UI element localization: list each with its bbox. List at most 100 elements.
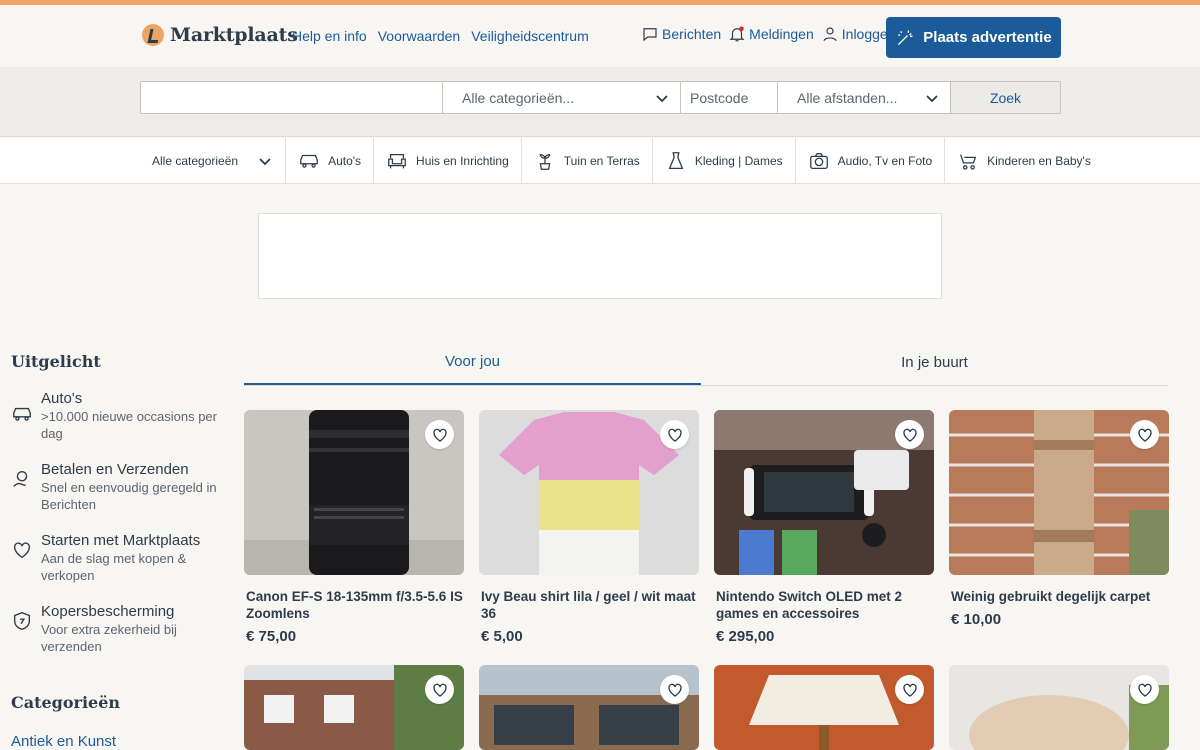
listing-image — [714, 410, 934, 575]
postcode-input[interactable]: Postcode — [681, 81, 778, 114]
favorite-button[interactable] — [895, 420, 924, 449]
category-womens-clothing[interactable]: Kleding | Dames — [653, 138, 796, 184]
notifications-label: Meldingen — [749, 26, 814, 42]
user-icon — [823, 27, 837, 42]
listing-price: € 10,00 — [951, 611, 1002, 628]
category-home[interactable]: Huis en Inrichting — [374, 138, 522, 184]
chevron-down-icon — [259, 158, 271, 166]
favorite-button[interactable] — [660, 420, 689, 449]
listing-image — [714, 665, 934, 750]
search-input[interactable] — [140, 81, 443, 114]
distance-select-value: Alle afstanden... — [797, 89, 898, 106]
category-label: Tuin en Terras — [563, 154, 640, 168]
listing-card[interactable] — [949, 665, 1169, 750]
favorite-button[interactable] — [425, 675, 454, 704]
site-header: Marktplaats Help en info Voorwaarden Vei… — [0, 5, 1200, 67]
heart-icon — [1137, 428, 1152, 442]
featured-item-title: Starten met Marktplaats — [41, 532, 201, 549]
favorite-button[interactable] — [660, 675, 689, 704]
featured-item-title: Kopersbescherming — [41, 603, 175, 620]
category-link-antiques[interactable]: Antiek en Kunst — [11, 733, 221, 750]
shield-icon — [13, 612, 31, 630]
help-link[interactable]: Help en info — [292, 28, 367, 44]
header-links: Help en info Voorwaarden Veiligheidscent… — [292, 28, 589, 44]
bell-icon — [729, 26, 745, 42]
sidebar: Uitgelicht Auto's >10.000 nieuwe occasio… — [11, 352, 221, 750]
featured-item-buyer-protection[interactable]: Kopersbescherming Voor extra zekerheid b… — [11, 603, 221, 655]
listing-image — [479, 665, 699, 750]
dress-icon — [668, 152, 684, 169]
listing-card[interactable] — [714, 665, 934, 750]
listing-image — [244, 665, 464, 750]
plant-icon — [539, 153, 551, 170]
featured-item-getting-started[interactable]: Starten met Marktplaats Aan de slag met … — [11, 532, 221, 584]
listing-card[interactable]: Weinig gebruikt degelijk carpet € 10,00 — [949, 410, 1169, 628]
listing-card[interactable]: Ivy Beau shirt lila / geel / wit maat 36… — [479, 410, 699, 645]
featured-item-cars[interactable]: Auto's >10.000 nieuwe occasions per dag — [11, 390, 221, 442]
search-band: Alle categorieën... Postcode Alle afstan… — [0, 67, 1200, 137]
favorite-button[interactable] — [895, 675, 924, 704]
chat-icon — [643, 28, 657, 42]
category-garden[interactable]: Tuin en Terras — [522, 138, 653, 184]
logo-text: Marktplaats — [170, 24, 298, 46]
category-cars[interactable]: Auto's — [286, 138, 375, 184]
listing-price: € 295,00 — [716, 628, 775, 645]
listing-price: € 75,00 — [246, 628, 297, 645]
place-ad-label: Plaats advertentie — [923, 29, 1052, 46]
favorite-button[interactable] — [425, 420, 454, 449]
safety-center-link[interactable]: Veiligheidscentrum — [471, 28, 589, 44]
postcode-placeholder: Postcode — [690, 89, 749, 106]
listing-image — [479, 410, 699, 575]
listing-card[interactable] — [479, 665, 699, 750]
category-label: Kleding | Dames — [694, 154, 783, 168]
tab-nearby[interactable]: In je buurt — [701, 340, 1168, 385]
chevron-down-icon — [656, 94, 668, 102]
listing-price: € 5,00 — [481, 628, 523, 645]
listing-title: Nintendo Switch OLED met 2 games en acce… — [716, 589, 903, 621]
messages-link[interactable]: Berichten — [641, 25, 721, 43]
camera-icon — [809, 153, 828, 169]
listing-card[interactable] — [244, 665, 464, 750]
listing-title: Ivy Beau shirt lila / geel / wit maat 36 — [481, 589, 696, 621]
marktplaats-logo[interactable]: Marktplaats — [142, 24, 298, 46]
all-categories-dropdown[interactable]: Alle categorieën — [139, 138, 287, 184]
heart-icon — [432, 683, 447, 697]
heart-icon — [432, 428, 447, 442]
search-button[interactable]: Zoek — [951, 81, 1061, 114]
listing-card[interactable]: Nintendo Switch OLED met 2 games en acce… — [714, 410, 934, 645]
listing-card[interactable]: Canon EF-S 18-135mm f/3.5-5.6 IS Zoomlen… — [244, 410, 464, 645]
payment-icon — [13, 470, 28, 487]
featured-title: Uitgelicht — [11, 352, 101, 371]
categories-title: Categorieën — [11, 693, 121, 712]
stroller-icon — [960, 154, 977, 170]
category-select[interactable]: Alle categorieën... — [443, 81, 681, 114]
feed-tabs: Voor jou In je buurt — [244, 340, 1168, 386]
favorite-button[interactable] — [1130, 420, 1159, 449]
place-ad-button[interactable]: Plaats advertentie — [886, 17, 1061, 58]
category-audio-tv-photo[interactable]: Audio, Tv en Foto — [796, 138, 946, 184]
distance-select[interactable]: Alle afstanden... — [778, 81, 951, 114]
armchair-icon — [388, 153, 406, 169]
tab-for-you[interactable]: Voor jou — [244, 340, 701, 385]
terms-link[interactable]: Voorwaarden — [378, 28, 461, 44]
listing-title: Weinig gebruikt degelijk carpet — [951, 589, 1151, 604]
category-kids-baby[interactable]: Kinderen en Baby's — [945, 138, 1103, 184]
logo-mark-icon — [142, 24, 164, 46]
category-label: Huis en Inrichting — [416, 154, 509, 168]
heart-icon — [902, 683, 917, 697]
listing-image — [949, 665, 1169, 750]
heart-icon — [1137, 683, 1152, 697]
featured-item-subtitle: Voor extra zekerheid bij verzenden — [41, 622, 177, 654]
favorite-button[interactable] — [1130, 675, 1159, 704]
heart-icon — [13, 542, 31, 559]
category-bar: Alle categorieën Auto's Huis en Inrichti… — [0, 138, 1200, 184]
magic-wand-icon — [898, 30, 913, 45]
user-nav: Berichten Meldingen Inloggen — [641, 25, 895, 43]
login-link[interactable]: Inloggen — [821, 25, 895, 43]
category-label: Kinderen en Baby's — [987, 154, 1091, 168]
listing-title: Canon EF-S 18-135mm f/3.5-5.6 IS Zoomlen… — [246, 589, 463, 621]
category-select-value: Alle categorieën... — [462, 89, 575, 106]
notifications-link[interactable]: Meldingen — [728, 25, 814, 43]
featured-item-subtitle: >10.000 nieuwe occasions per dag — [41, 409, 217, 441]
featured-item-payments[interactable]: Betalen en Verzenden Snel en eenvoudig g… — [11, 461, 221, 513]
